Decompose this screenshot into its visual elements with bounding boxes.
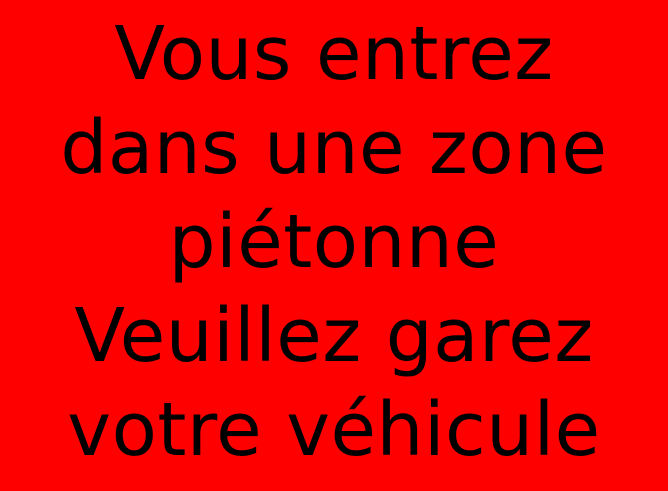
sign-line-4: Veuillez garez — [74, 293, 594, 379]
sign-line-2: dans une zone — [60, 105, 608, 191]
sign-panel: Vous entrez dans une zone piétonne Veuil… — [0, 0, 668, 491]
sign-line-5: votre véhicule — [67, 387, 601, 473]
sign-line-3: piétonne — [168, 199, 500, 285]
sign-line-1: Vous entrez — [114, 11, 554, 97]
